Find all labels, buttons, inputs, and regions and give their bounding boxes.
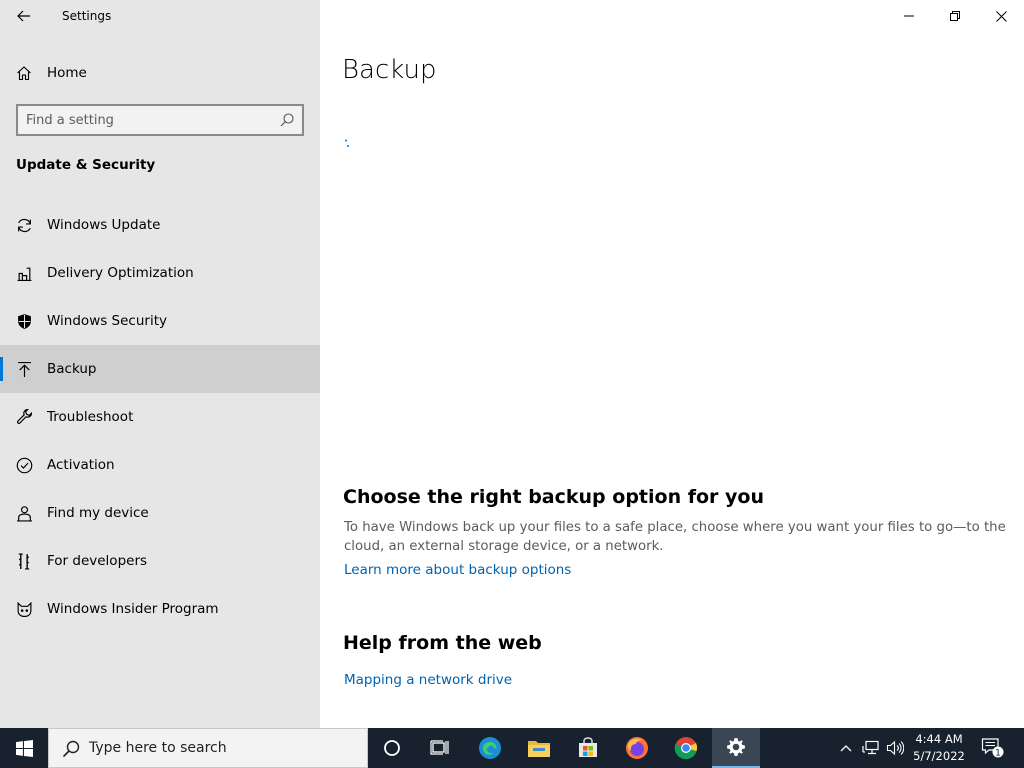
back-arrow-icon: [17, 10, 30, 22]
file-explorer-icon: [528, 741, 550, 757]
nav-home[interactable]: Home: [0, 56, 320, 90]
choose-backup-heading: Choose the right backup option for you: [343, 486, 764, 508]
loading-spinner-icon: [345, 139, 349, 147]
search-icon[interactable]: [279, 112, 295, 128]
chrome-icon: [674, 737, 698, 760]
sidebar-item-find-my-device[interactable]: Find my device: [0, 489, 320, 537]
clock-time: 4:44 AM: [915, 732, 963, 746]
settings-taskbar-button[interactable]: [712, 728, 760, 768]
windows-logo-icon: [15, 739, 33, 757]
sidebar-item-windows-security[interactable]: Windows Security: [0, 297, 320, 345]
cortana-button[interactable]: [368, 728, 416, 768]
firefox-button[interactable]: [613, 728, 661, 768]
cortana-icon: [384, 740, 400, 756]
taskbar-clock[interactable]: 4:44 AM 5/7/2022: [906, 731, 972, 765]
close-icon: [995, 10, 1007, 22]
edge-button[interactable]: [466, 728, 514, 768]
sidebar-item-label: Backup: [47, 361, 97, 377]
taskbar-search-box[interactable]: Type here to search: [48, 728, 368, 768]
file-explorer-button[interactable]: [515, 728, 563, 768]
sidebar-item-activation[interactable]: Activation: [0, 441, 320, 489]
notification-icon: 1: [981, 738, 1004, 758]
minimize-button[interactable]: [886, 0, 932, 32]
help-from-web-heading: Help from the web: [343, 632, 542, 654]
network-tray-button[interactable]: [858, 728, 884, 768]
sidebar-item-label: Windows Insider Program: [47, 601, 219, 617]
start-button[interactable]: [0, 728, 48, 768]
sidebar-item-delivery-optimization[interactable]: Delivery Optimization: [0, 249, 320, 297]
sidebar-item-for-developers[interactable]: For developers: [0, 537, 320, 585]
app-title: Settings: [62, 9, 112, 23]
settings-sidebar: Settings Home Update & Security Windows …: [0, 0, 320, 728]
firefox-icon: [626, 737, 648, 759]
settings-search-input[interactable]: [26, 110, 276, 130]
taskbar: Type here to search 4:44 AM 5/7/2022 1: [0, 728, 1024, 768]
insider-cat-icon: [15, 600, 33, 618]
settings-search-box[interactable]: [16, 104, 304, 136]
check-circle-icon: [15, 456, 33, 474]
learn-more-backup-link[interactable]: Learn more about backup options: [344, 562, 571, 578]
taskbar-search-placeholder: Type here to search: [89, 740, 227, 756]
wrench-icon: [15, 408, 33, 426]
sidebar-item-label: Activation: [47, 457, 115, 473]
mapping-network-drive-link[interactable]: Mapping a network drive: [344, 672, 512, 688]
selection-accent: [0, 357, 3, 381]
sidebar-item-label: For developers: [47, 553, 148, 569]
shield-icon: [15, 312, 33, 330]
nav-home-label: Home: [47, 65, 87, 81]
page-title: Backup: [342, 55, 437, 85]
sidebar-item-label: Delivery Optimization: [47, 265, 194, 281]
volume-icon: [886, 740, 904, 756]
notification-count: 1: [995, 748, 1001, 758]
sidebar-item-label: Windows Security: [47, 313, 167, 329]
restore-icon: [950, 11, 960, 21]
edge-icon: [479, 737, 501, 759]
titlebar-left: Settings: [0, 0, 320, 32]
back-button[interactable]: [8, 2, 40, 30]
main-content: Backup Choose the right backup option fo…: [320, 0, 1024, 728]
store-button[interactable]: [564, 728, 612, 768]
choose-backup-description: To have Windows back up your files to a …: [344, 520, 1006, 554]
store-icon: [579, 737, 597, 757]
refresh-icon: [15, 216, 33, 234]
upload-arrow-icon: [15, 360, 33, 378]
sidebar-item-label: Troubleshoot: [47, 409, 134, 425]
chevron-up-icon: [840, 745, 852, 752]
close-button[interactable]: [978, 0, 1024, 32]
action-center-button[interactable]: 1: [978, 728, 1008, 768]
minimize-icon: [904, 15, 914, 17]
task-view-icon: [430, 740, 449, 755]
task-view-button[interactable]: [416, 728, 464, 768]
settings-gear-icon: [727, 738, 745, 756]
person-pin-icon: [15, 504, 33, 522]
section-heading: Update & Security: [16, 157, 156, 173]
search-icon: [62, 740, 80, 758]
developer-tools-icon: [15, 552, 33, 570]
network-icon: [862, 740, 879, 755]
restore-button[interactable]: [932, 0, 978, 32]
delivery-optimization-icon: [15, 264, 33, 282]
chrome-button[interactable]: [662, 728, 710, 768]
clock-date: 5/7/2022: [913, 749, 965, 763]
sidebar-item-windows-insider-program[interactable]: Windows Insider Program: [0, 585, 320, 633]
sidebar-item-label: Windows Update: [47, 217, 161, 233]
sidebar-item-troubleshoot[interactable]: Troubleshoot: [0, 393, 320, 441]
sidebar-item-windows-update[interactable]: Windows Update: [0, 201, 320, 249]
sidebar-item-label: Find my device: [47, 505, 149, 521]
home-icon: [15, 64, 33, 82]
sidebar-item-backup[interactable]: Backup: [0, 345, 320, 393]
show-hidden-icons-button[interactable]: [836, 728, 856, 768]
volume-tray-button[interactable]: [884, 728, 906, 768]
